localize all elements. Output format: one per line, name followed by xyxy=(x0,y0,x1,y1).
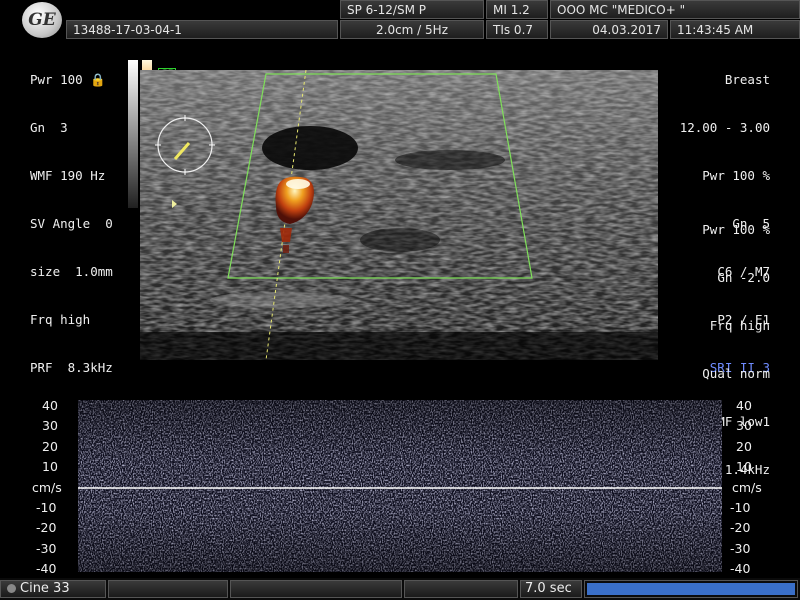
focus-marker-icon xyxy=(172,200,177,208)
probe-position-icon xyxy=(155,115,215,175)
tick-right-10: 10 xyxy=(736,459,752,474)
gn-left: Gn 3 xyxy=(30,120,68,135)
unit-left: cm/s xyxy=(32,480,62,495)
tick-right-neg30: -30 xyxy=(730,541,751,556)
left-params: Pwr 100 🔒 Gn 3 WMF 190 Hz SV Angle 0 siz… xyxy=(30,40,113,392)
cine-control[interactable]: Cine 33 xyxy=(0,580,106,598)
tick-left-10: 10 xyxy=(42,459,58,474)
tick-right-20: 20 xyxy=(736,439,752,454)
tis-label: TIs 0.7 xyxy=(486,20,548,39)
footer-softkey-1[interactable] xyxy=(108,580,228,598)
doppler-gn: Gn -2.0 xyxy=(717,270,770,285)
pwr-right: Pwr 100 % xyxy=(702,168,770,183)
patient-id-label: 13488-17-03-04-1 xyxy=(66,20,338,39)
frq-left: Frq high xyxy=(30,312,91,327)
depth-freq-label: 2.0cm / 5Hz xyxy=(340,20,484,39)
facility-label: OOO MC "MEDICO+ " xyxy=(550,0,800,19)
cine-progress-fill xyxy=(587,583,795,595)
sample-size: size 1.0mm xyxy=(30,264,113,279)
ge-logo: GE xyxy=(22,2,62,38)
doppler-frq: Frq high xyxy=(709,318,770,333)
tick-left-neg10: -10 xyxy=(36,500,57,515)
cine-label: Cine 33 xyxy=(20,581,70,596)
time-label: 11:43:45 AM xyxy=(670,20,800,39)
range-label: 12.00 - 3.00 xyxy=(679,120,770,135)
doppler-pwr: Pwr 100 % xyxy=(702,222,770,237)
duration-label: 7.0 sec xyxy=(520,580,582,598)
doppler-spectrum[interactable] xyxy=(78,400,722,572)
wmf-left: WMF 190 Hz xyxy=(30,168,106,183)
doppler-qual: Qual norm xyxy=(702,366,770,381)
unit-right: cm/s xyxy=(732,480,762,495)
tick-left-40: 40 xyxy=(42,398,58,413)
cine-icon xyxy=(7,584,16,593)
cine-progress-bar[interactable] xyxy=(584,580,798,598)
date-label: 04.03.2017 xyxy=(550,20,668,39)
tick-left-neg20: -20 xyxy=(36,520,57,535)
header-bar: GE SP 6-12/SM P MI 1.2 OOO MC "MEDICO+ "… xyxy=(0,0,800,40)
mi-label: MI 1.2 xyxy=(486,0,548,19)
tick-right-30: 30 xyxy=(736,418,752,433)
tick-left-neg30: -30 xyxy=(36,541,57,556)
tick-right-neg40: -40 xyxy=(730,561,751,576)
tick-left-30: 30 xyxy=(42,418,58,433)
sv-angle: SV Angle 0 xyxy=(30,216,113,231)
probe-mode-label: SP 6-12/SM P xyxy=(340,0,484,19)
tick-right-40: 40 xyxy=(736,398,752,413)
footer-softkey-2[interactable] xyxy=(230,580,402,598)
prf-left: PRF 8.3kHz xyxy=(30,360,113,375)
tick-right-neg20: -20 xyxy=(730,520,751,535)
pwr-left: Pwr 100 🔒 xyxy=(30,72,106,87)
bmode-image[interactable] xyxy=(140,70,658,360)
lock-icon: 🔒 xyxy=(90,72,106,87)
preset-label: Breast xyxy=(724,72,770,87)
tick-left-neg40: -40 xyxy=(36,561,57,576)
footer-bar: Cine 33 7.0 sec xyxy=(0,578,800,600)
tick-right-neg10: -10 xyxy=(730,500,751,515)
footer-softkey-3[interactable] xyxy=(404,580,518,598)
tick-left-20: 20 xyxy=(42,439,58,454)
